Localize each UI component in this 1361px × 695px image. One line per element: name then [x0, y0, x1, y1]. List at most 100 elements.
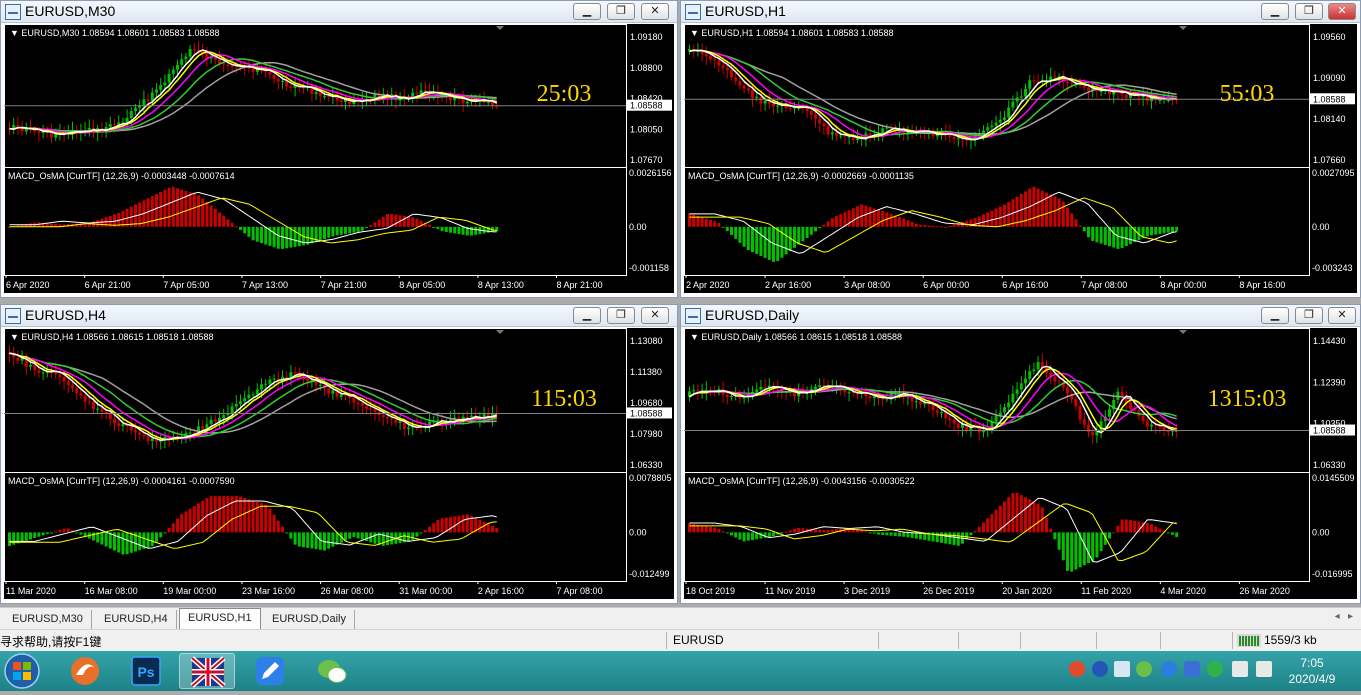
macd-histogram-bar: [986, 518, 990, 533]
macd-histogram-bar: [725, 226, 729, 231]
time-axis-label: 2 Apr 16:00: [765, 280, 811, 290]
candle-body: [742, 85, 746, 89]
chart-window-eurusd-h1[interactable]: EURUSD,H1 ▁ ❐ ✕ 1.09560 1.09090 1.08140 1.0…: [680, 0, 1361, 298]
chart-area[interactable]: 1.09180 1.08800 1.08420 1.08050 1.07670 1.085…: [4, 24, 674, 293]
candle-body: [1032, 80, 1036, 82]
volume-muted-icon[interactable]: [1256, 661, 1272, 677]
taskbar-metatrader[interactable]: [179, 653, 235, 689]
window-titlebar[interactable]: EURUSD,Daily ▁ ❐ ✕: [681, 305, 1360, 327]
qq-tray-icon[interactable]: [1161, 661, 1177, 677]
network-icon[interactable]: [1232, 661, 1248, 677]
macd-histogram-bar: [318, 226, 322, 241]
candle-body: [948, 418, 952, 421]
candle-body: [839, 135, 843, 137]
close-button[interactable]: ✕: [1328, 3, 1356, 20]
security-shield-icon[interactable]: [1184, 661, 1200, 677]
macd-histogram-bar: [814, 529, 817, 533]
window-titlebar[interactable]: EURUSD,H4 ▁ ❐ ✕: [1, 305, 677, 327]
candle-body: [142, 434, 146, 437]
macd-histogram-bar: [482, 521, 486, 533]
taskbar-photoshop[interactable]: Ps: [118, 653, 174, 689]
foxmail-icon: [71, 657, 99, 685]
macd-histogram-bar: [1057, 532, 1061, 550]
close-button[interactable]: ✕: [1328, 307, 1356, 324]
tray-window-icon[interactable]: [1114, 661, 1130, 677]
help-icon[interactable]: [1092, 661, 1108, 677]
candle-timer: 55:03: [1220, 81, 1275, 107]
chart-area[interactable]: 1.13080 1.11380 1.09680 1.07980 1.06330 1.085…: [4, 328, 674, 599]
macd-histogram-bar: [197, 195, 200, 227]
candle-body: [33, 365, 37, 371]
chart-window-eurusd-m30[interactable]: EURUSD,M30 ▁ ❐ ✕ 1.09180 1.08800 1.08420 1.…: [0, 0, 678, 298]
candle-body: [159, 85, 163, 90]
macd-histogram-bar: [159, 191, 163, 227]
candle-body: [1024, 88, 1027, 97]
tab-eurusd-h1[interactable]: EURUSD,H1: [179, 608, 261, 629]
macd-histogram-bar: [377, 219, 381, 227]
taskbar-clock[interactable]: 7:05 2020/4/9: [1282, 655, 1342, 687]
sogou-ime-icon[interactable]: [1069, 661, 1085, 677]
minimize-button[interactable]: ▁: [1261, 307, 1289, 324]
price-label: 1.09180: [630, 32, 663, 42]
window-titlebar[interactable]: EURUSD,M30 ▁ ❐ ✕: [1, 1, 677, 23]
close-button[interactable]: ✕: [641, 307, 669, 324]
macd-histogram-bar: [1053, 196, 1057, 227]
candle-body: [822, 123, 826, 127]
tab-eurusd-daily[interactable]: EURUSD,Daily: [264, 610, 355, 629]
chart-tabs-bar: EURUSD,M30 EURUSD,H4 EURUSD,H1 EURUSD,Da…: [0, 607, 1361, 629]
candle-body: [818, 118, 822, 124]
safety-check-icon[interactable]: [1207, 661, 1223, 677]
macd-histogram-bar: [1116, 226, 1120, 249]
minimize-button[interactable]: ▁: [573, 307, 601, 324]
candle-body: [327, 96, 331, 98]
macd-histogram-bar: [192, 506, 196, 533]
tab-eurusd-h4[interactable]: EURUSD,H4: [96, 610, 177, 629]
candle-body: [881, 398, 885, 400]
macd-histogram-bar: [79, 532, 83, 535]
macd-histogram-bar: [1061, 532, 1065, 561]
candle-body: [994, 416, 998, 422]
candle-body: [1011, 393, 1015, 403]
restore-button[interactable]: ❐: [607, 3, 635, 20]
candle-body: [167, 73, 171, 83]
tab-scroll-arrows-icon[interactable]: ◂ ▸: [1335, 611, 1353, 622]
macd-histogram-bar: [352, 532, 356, 538]
clock-date: 2020/4/9: [1288, 672, 1336, 686]
macd-histogram-bar: [1003, 501, 1006, 533]
macd-histogram-bar: [331, 532, 335, 547]
candle-body: [226, 64, 230, 66]
macd-histogram-bar: [1074, 219, 1078, 227]
tab-eurusd-m30[interactable]: EURUSD,M30: [4, 610, 92, 629]
macd-histogram-bar: [1053, 532, 1057, 540]
minimize-button[interactable]: ▁: [573, 3, 601, 20]
chart-window-eurusd-h4[interactable]: EURUSD,H4 ▁ ❐ ✕ 1.13080 1.11380 1.09680 1.0…: [0, 304, 678, 604]
chart-area[interactable]: 1.14430 1.12390 1.10350 1.06330 1.08588 ▼ EUR…: [684, 328, 1357, 599]
chart-area[interactable]: 1.09560 1.09090 1.08140 1.07660 1.08588 ▼ EUR…: [684, 24, 1357, 293]
close-button[interactable]: ✕: [641, 3, 669, 20]
macd-histogram-bar: [746, 226, 750, 251]
restore-button[interactable]: ❐: [1295, 307, 1323, 324]
restore-button[interactable]: ❐: [607, 307, 635, 324]
window-titlebar[interactable]: EURUSD,H1 ▁ ❐ ✕: [681, 1, 1360, 23]
wechat-tray-icon[interactable]: [1136, 661, 1152, 677]
restore-button[interactable]: ❐: [1295, 3, 1323, 20]
taskbar-wechat[interactable]: [304, 653, 360, 689]
windows-start-icon[interactable]: [2, 652, 42, 690]
candle-body: [1019, 383, 1023, 390]
macd-histogram-bar: [453, 516, 457, 533]
macd-histogram-bar: [339, 226, 343, 235]
time-axis-label: 31 Mar 00:00: [399, 586, 452, 596]
taskbar-pen-app[interactable]: [242, 653, 298, 689]
macd-histogram-bar: [1040, 190, 1044, 227]
minimize-button[interactable]: ▁: [1261, 3, 1289, 20]
price-label: 1.11380: [630, 367, 662, 377]
chart-window-eurusd-daily[interactable]: EURUSD,Daily ▁ ❐ ✕ 1.14430 1.12390 1.10350…: [680, 304, 1361, 604]
macd-histogram-bar: [285, 532, 289, 534]
candle-body: [16, 357, 20, 361]
time-axis-label: 8 Apr 13:00: [478, 280, 524, 290]
macd-histogram-bar: [889, 532, 893, 536]
taskbar-foxmail[interactable]: [57, 653, 113, 689]
candle-body: [176, 64, 179, 70]
candle-body: [1070, 83, 1074, 85]
status-traffic: 1559/3 kb: [1264, 633, 1317, 647]
